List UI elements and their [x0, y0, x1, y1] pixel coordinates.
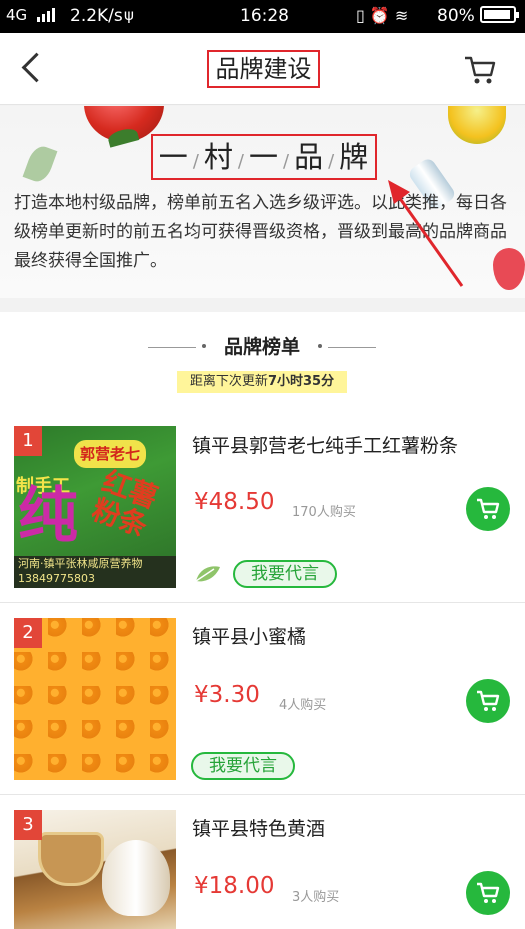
- image-contact-text: 河南·镇平张林咸原营养物 13849775803: [14, 556, 176, 588]
- add-to-cart-icon: [477, 498, 500, 519]
- product-sold-count: 4人购买: [279, 698, 327, 713]
- leaf-icon: [195, 566, 220, 582]
- product-name[interactable]: 镇平县郭营老七纯手工红薯粉条: [192, 431, 458, 458]
- back-icon[interactable]: [18, 51, 48, 87]
- product-name[interactable]: 镇平县特色黄酒: [192, 814, 325, 841]
- divider: [318, 344, 322, 348]
- divider: [328, 347, 376, 348]
- rank-badge: 1: [14, 426, 42, 456]
- add-to-cart-icon: [477, 882, 500, 903]
- slogan-char: 一: [158, 140, 189, 174]
- product-image[interactable]: 3: [14, 810, 176, 929]
- countdown-label: 距离下次更新: [189, 374, 268, 389]
- add-to-cart-icon: [477, 690, 500, 711]
- add-to-cart-button[interactable]: [466, 871, 510, 915]
- page-title: 品牌建设: [207, 50, 320, 88]
- battery-icon: [480, 6, 519, 23]
- signal-icon: [37, 6, 55, 22]
- annotation-arrow: [388, 180, 464, 287]
- status-icons: ▯ ⏰ ≋: [356, 6, 408, 25]
- divider: [148, 347, 196, 348]
- countdown-value: 7小时35分: [267, 374, 335, 389]
- network-type: 4G: [6, 6, 28, 24]
- update-countdown: 距离下次更新7小时35分: [177, 371, 347, 393]
- rank-badge: 2: [14, 618, 42, 648]
- nav-bar: 品牌建设: [0, 33, 525, 105]
- slogan-char: 品: [294, 140, 325, 174]
- product-price: ¥48.50: [194, 489, 275, 515]
- product-row[interactable]: 2 镇平县小蜜橘 ¥3.30 4人购买 我要代言: [0, 603, 525, 795]
- product-image[interactable]: 郭营老七 制手工 纯 红薯粉条 河南·镇平张林咸原营养物 13849775803…: [14, 426, 176, 588]
- battery-percent: 80%: [437, 6, 475, 26]
- endorse-button[interactable]: 我要代言: [191, 752, 295, 780]
- vibrate-icon: ▯: [356, 6, 365, 25]
- ranking-header: 品牌榜单: [0, 332, 525, 362]
- product-row[interactable]: 3 镇平县特色黄酒 ¥18.00 3人购买: [0, 795, 525, 929]
- product-price: ¥18.00: [194, 873, 275, 899]
- image-product-text: 红薯粉条: [87, 464, 162, 543]
- wine-cup-illustration: [38, 832, 104, 886]
- product-image[interactable]: 2: [14, 618, 176, 780]
- image-big-text: 纯: [18, 481, 78, 551]
- alarm-icon: ⏰: [369, 6, 390, 25]
- slogan-char: 村: [203, 140, 234, 174]
- slogan-char: 牌: [339, 140, 370, 174]
- ranking-title: 品牌榜单: [223, 336, 300, 358]
- wine-pot-illustration: [102, 840, 170, 916]
- slogan-char: 一: [248, 140, 279, 174]
- lime-decoration: [448, 106, 506, 144]
- add-to-cart-button[interactable]: [466, 487, 510, 531]
- status-bar: 4G 2.2K/s ψ 16:28 ▯ ⏰ ≋ 80%: [0, 0, 525, 33]
- slogan: 一 / 村 / 一 / 品 / 牌: [151, 134, 377, 180]
- product-price: ¥3.30: [194, 682, 260, 708]
- product-sold-count: 3人购买: [292, 890, 340, 905]
- product-row[interactable]: 郭营老七 制手工 纯 红薯粉条 河南·镇平张林咸原营养物 13849775803…: [0, 411, 525, 603]
- product-sold-count: 170人购买: [292, 505, 356, 520]
- clock: 16:28: [240, 6, 289, 26]
- wifi-icon: ≋: [394, 6, 409, 25]
- divider: [202, 344, 206, 348]
- endorse-button[interactable]: 我要代言: [233, 560, 337, 588]
- rank-badge: 3: [14, 810, 42, 840]
- leaf-decoration: [22, 142, 58, 186]
- network-speed: 2.2K/s: [70, 6, 123, 26]
- product-name[interactable]: 镇平县小蜜橘: [192, 622, 306, 649]
- image-brand-text: 郭营老七: [74, 440, 146, 468]
- cart-icon[interactable]: [462, 51, 498, 87]
- add-to-cart-button[interactable]: [466, 679, 510, 723]
- usb-icon: ψ: [124, 6, 134, 24]
